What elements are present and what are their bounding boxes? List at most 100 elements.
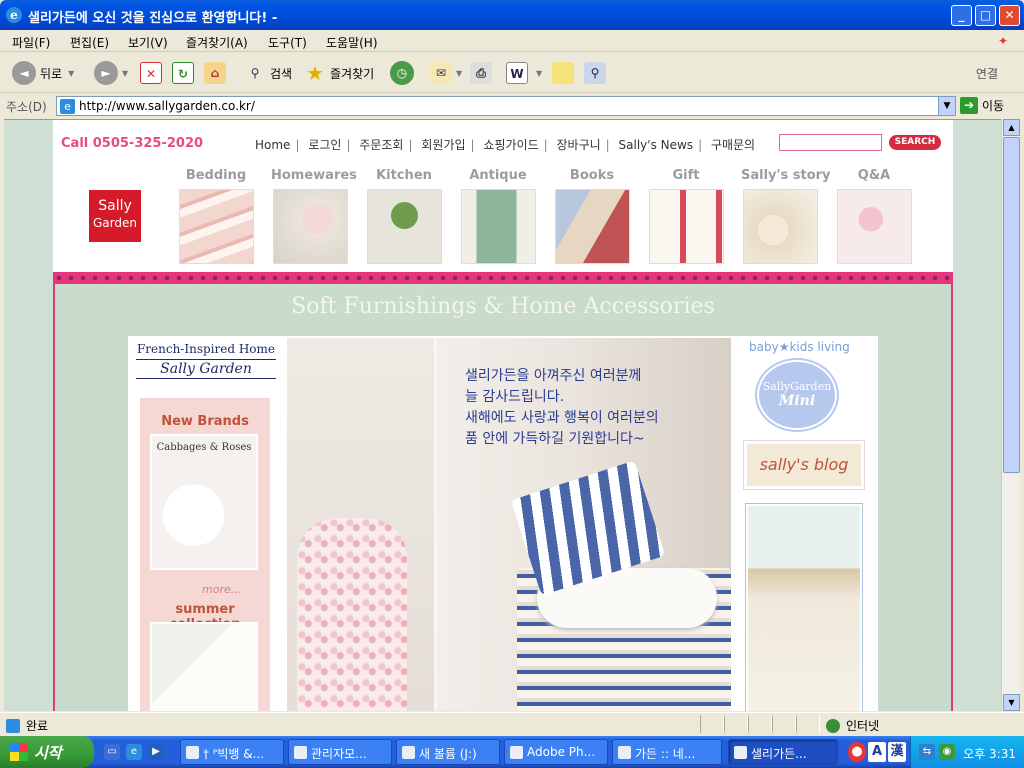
menu-file[interactable]: 파일(F): [12, 34, 50, 51]
edit-dropdown-icon[interactable]: ▼: [536, 69, 542, 78]
home-button[interactable]: ⌂: [204, 61, 230, 85]
mail-icon: ✉: [430, 62, 452, 84]
task-bigbang[interactable]: † ᴾ빅뱅 &...: [180, 739, 284, 765]
category-image: [178, 189, 254, 264]
category-kitchen[interactable]: Kitchen: [365, 168, 443, 264]
maximize-button[interactable]: □: [975, 5, 996, 26]
nav-order-status[interactable]: 주문조회: [359, 138, 403, 152]
left-promo-box: New Brands Cabbages & Roses more... summ…: [140, 398, 270, 711]
ime-indicator[interactable]: ● A 漢: [848, 742, 906, 762]
media-player-icon[interactable]: ▶: [148, 744, 164, 760]
magnifier-icon: ⚲: [250, 66, 260, 80]
history-icon: ◷: [390, 61, 414, 85]
category-antique[interactable]: Antique: [459, 168, 537, 264]
summer-collection-image[interactable]: [150, 622, 258, 711]
refresh-button[interactable]: ↻: [172, 61, 198, 85]
back-dropdown-icon[interactable]: ▼: [68, 69, 74, 78]
scroll-up-icon[interactable]: ▲: [1003, 119, 1020, 136]
menu-view[interactable]: 보기(V): [128, 34, 168, 51]
task-volume-j[interactable]: 새 볼륨 (J:): [396, 739, 500, 765]
address-input[interactable]: e http://www.sallygarden.co.kr/ ▼: [56, 96, 956, 116]
site-search-input[interactable]: [779, 134, 882, 151]
status-text: 완료: [26, 719, 49, 733]
star-icon: ★: [306, 61, 324, 85]
greeting-message: 샐리가든을 아껴주신 여러분께 늘 감사드립니다. 새해에도 사랑과 행복이 여…: [465, 366, 659, 450]
links-label[interactable]: 연결: [976, 65, 998, 82]
nav-cart[interactable]: 장바구니: [556, 138, 600, 152]
call-number: Call 0505-325-2020: [61, 136, 204, 151]
search-button[interactable]: ⚲ 검색: [244, 61, 293, 85]
category-books[interactable]: Books: [553, 168, 631, 264]
mail-button[interactable]: ✉ ▼: [430, 61, 462, 85]
print-button[interactable]: ⎙: [470, 61, 496, 85]
menu-edit[interactable]: 편집(E): [70, 34, 109, 51]
kitchen-promo-image[interactable]: [746, 504, 862, 711]
menu-help[interactable]: 도움말(H): [326, 34, 378, 51]
printer-icon: ⎙: [470, 62, 492, 84]
sally-garden-logo[interactable]: Sally Garden: [89, 190, 141, 242]
main-feature-image[interactable]: 샐리가든을 아껴주신 여러분께 늘 감사드립니다. 새해에도 사랑과 행복이 여…: [287, 338, 731, 711]
task-sallygarden[interactable]: 샐리가든...: [728, 739, 838, 765]
greeting-line: 샐리가든을 아껴주신 여러분께: [465, 368, 642, 384]
mini-line1: SallyGarden: [762, 380, 832, 393]
menu-tools[interactable]: 도구(T): [268, 34, 307, 51]
category-sallys-story[interactable]: Sally's story: [741, 168, 831, 264]
address-url[interactable]: http://www.sallygarden.co.kr/: [79, 99, 255, 113]
close-button[interactable]: ✕: [999, 5, 1020, 26]
favorites-button[interactable]: ★ 즐겨찾기: [304, 61, 374, 85]
category-homewares[interactable]: Homewares: [271, 168, 357, 264]
forward-dropdown-icon[interactable]: ▼: [122, 69, 128, 78]
scroll-down-icon[interactable]: ▼: [1003, 694, 1020, 711]
category-label: Books: [569, 168, 615, 183]
history-button[interactable]: ◷: [390, 61, 418, 85]
task-admin[interactable]: 관리자모...: [288, 739, 392, 765]
sallygarden-mini-badge[interactable]: SallyGarden Mini: [757, 360, 837, 430]
task-photoshop[interactable]: Adobe Ph...: [504, 739, 608, 765]
category-qa[interactable]: Q&A: [835, 168, 913, 264]
new-brands-heading[interactable]: New Brands: [140, 414, 270, 429]
category-label: Kitchen: [376, 168, 432, 183]
minimize-button[interactable]: _: [951, 5, 972, 26]
category-image: [836, 189, 912, 264]
discuss-button[interactable]: [552, 61, 578, 85]
globe-icon: [826, 718, 840, 733]
start-button[interactable]: 시작: [0, 736, 94, 768]
tray-app-icon[interactable]: ◉: [939, 744, 955, 760]
site-search-button[interactable]: SEARCH: [889, 135, 941, 150]
task-garden-naver[interactable]: 가든 :: 네...: [612, 739, 722, 765]
nav-news[interactable]: Sally's News: [619, 138, 694, 152]
network-tray-icon[interactable]: ⇆: [919, 744, 935, 760]
nav-login[interactable]: 로그인: [308, 138, 341, 152]
show-desktop-icon[interactable]: ▭: [104, 744, 120, 760]
vertical-scrollbar[interactable]: ▲ ▼: [1001, 119, 1020, 711]
main-banner-area: Soft Furnishings & Home Accessories Fren…: [53, 284, 953, 711]
research-button[interactable]: ⚲: [584, 61, 610, 85]
mail-dropdown-icon[interactable]: ▼: [456, 69, 462, 78]
address-dropdown-icon[interactable]: ▼: [938, 97, 955, 115]
nav-home[interactable]: Home: [255, 138, 290, 152]
ime-hanja[interactable]: 漢: [888, 742, 906, 762]
nav-shopping-guide[interactable]: 쇼핑가이드: [483, 138, 538, 152]
clock[interactable]: 오후 3:31: [963, 745, 1016, 762]
baby-kids-label[interactable]: baby★kids living: [749, 340, 850, 354]
new-brands-image[interactable]: [150, 434, 258, 570]
sallys-blog-button[interactable]: sally's blog: [744, 441, 864, 489]
french-inspired-logo[interactable]: French-Inspired Home Sally Garden: [136, 342, 276, 379]
category-gift[interactable]: Gift: [647, 168, 725, 264]
korean-flag-icon: ●: [848, 742, 866, 762]
ime-alpha[interactable]: A: [868, 742, 886, 762]
forward-button[interactable]: ► ▼: [94, 61, 128, 85]
edit-button[interactable]: W ▼: [506, 61, 542, 85]
go-button[interactable]: ➔ 이동: [960, 97, 1004, 114]
menu-favorites[interactable]: 즐겨찾기(A): [186, 34, 248, 51]
nav-inquiry[interactable]: 구매문의: [711, 138, 755, 152]
favorites-label: 즐겨찾기: [330, 66, 375, 81]
windows-logo-icon: ✦: [997, 34, 1009, 48]
stop-button[interactable]: ✕: [140, 61, 166, 85]
scroll-thumb[interactable]: [1003, 137, 1020, 473]
back-button[interactable]: ◄ 뒤로 ▼: [12, 61, 74, 85]
ie-quicklaunch-icon[interactable]: e: [126, 744, 142, 760]
more-link[interactable]: more...: [202, 583, 241, 596]
category-bedding[interactable]: Bedding: [177, 168, 255, 264]
nav-join[interactable]: 회원가입: [421, 138, 465, 152]
